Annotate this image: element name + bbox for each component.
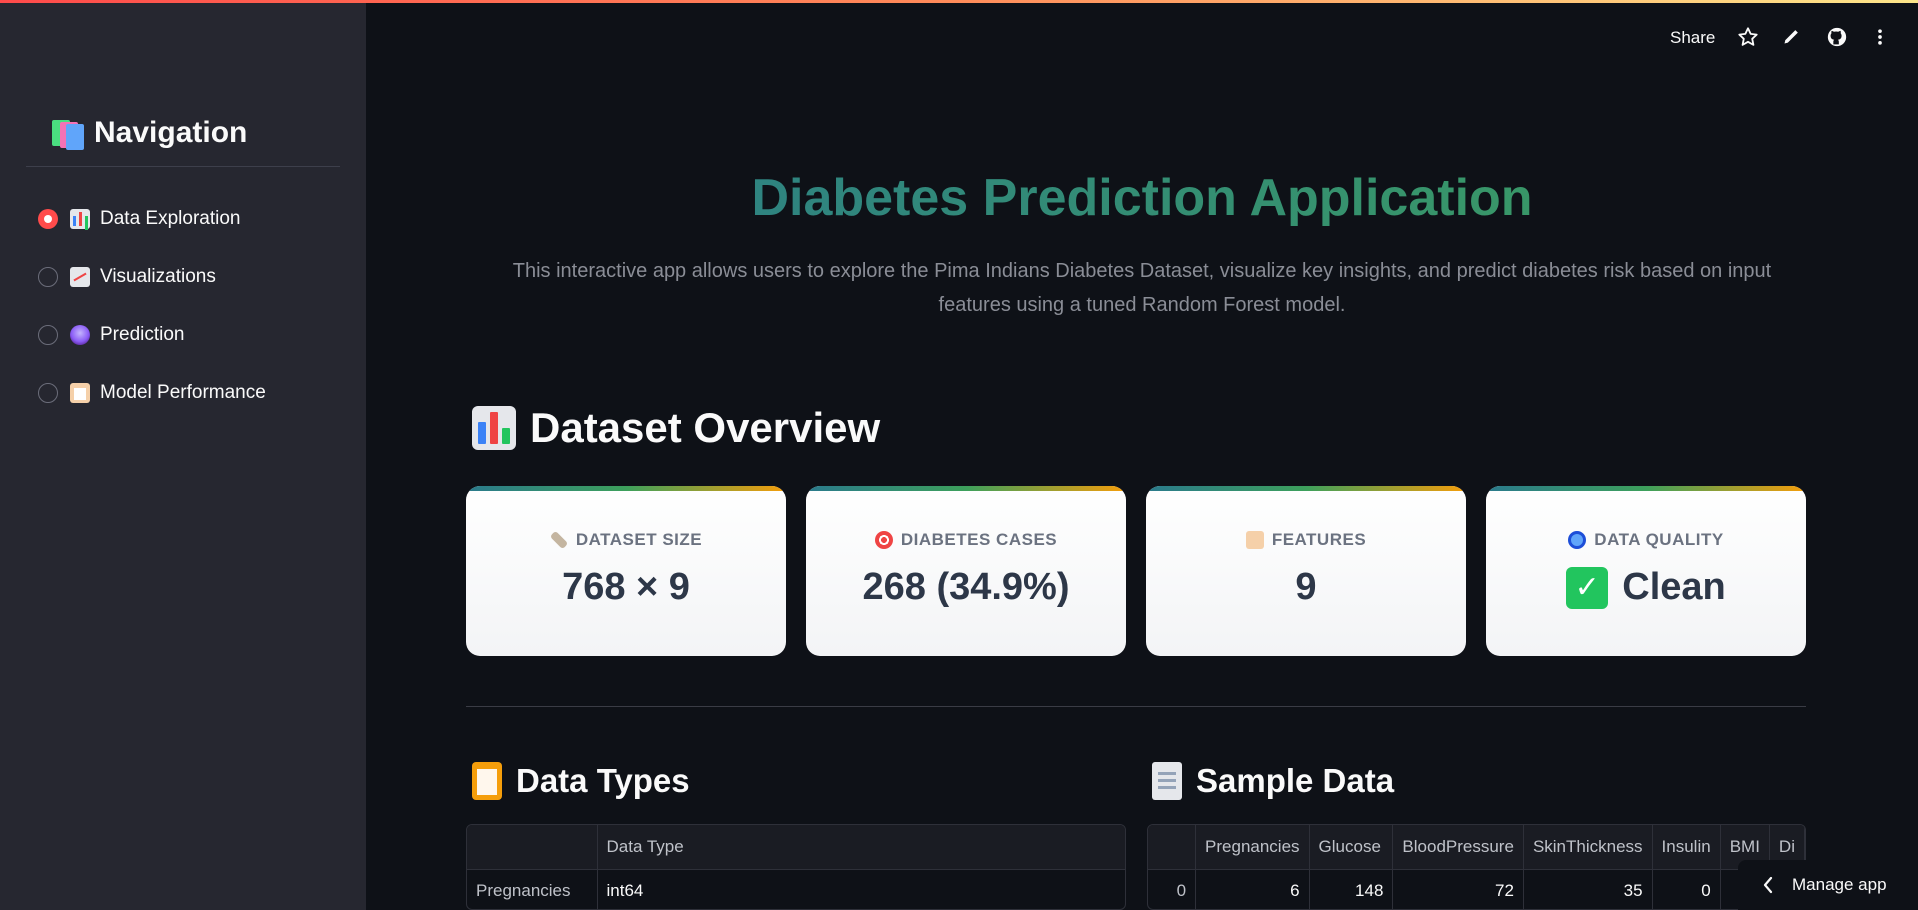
app-title: Diabetes Prediction Application xyxy=(366,168,1918,228)
nav-item-label: Data Exploration xyxy=(100,208,241,229)
metric-value: 268 (34.9%) xyxy=(862,566,1070,608)
nav-radio-group: Data Exploration Visualizations Predicti… xyxy=(38,190,266,422)
app-description: This interactive app allows users to exp… xyxy=(512,260,1772,316)
data-types-table[interactable]: Data Type Pregnancies int64 xyxy=(466,824,1126,910)
more-icon[interactable] xyxy=(1868,26,1892,50)
column-header[interactable]: Glucose xyxy=(1309,825,1394,870)
metric-value: Clean xyxy=(1622,566,1726,608)
nav-item-prediction[interactable]: Prediction xyxy=(38,306,266,364)
check-mark-icon: ✓ xyxy=(1566,566,1609,609)
column-header[interactable]: BloodPressure xyxy=(1392,825,1524,870)
line-chart-icon xyxy=(70,267,90,287)
magnifier-icon xyxy=(1568,531,1587,549)
sample-data-heading: Sample Data xyxy=(1152,762,1394,800)
metric-label: FEATURES xyxy=(1271,530,1367,549)
radio-selected[interactable] xyxy=(38,209,58,229)
clipboard-icon xyxy=(70,383,90,403)
edit-icon[interactable] xyxy=(1780,26,1804,50)
nav-item-data-exploration[interactable]: Data Exploration xyxy=(38,190,266,248)
bar-chart-icon xyxy=(472,406,516,450)
metric-card-dataset-size: DATASET SIZE 768 × 9 xyxy=(466,486,786,656)
column-header[interactable]: Data Type xyxy=(597,825,1125,870)
top-accent-bar xyxy=(0,0,1918,3)
nav-item-label: Model Performance xyxy=(100,382,266,403)
table-cell[interactable]: 6 xyxy=(1195,869,1310,909)
nav-title: Navigation xyxy=(50,116,247,150)
metric-card-diabetes-cases: DIABETES CASES 268 (34.9%) xyxy=(806,486,1126,656)
nav-item-visualizations[interactable]: Visualizations xyxy=(38,248,266,306)
column-header[interactable]: SkinThickness xyxy=(1523,825,1653,870)
radio-unselected[interactable] xyxy=(38,383,58,403)
ruler-icon xyxy=(549,530,569,550)
table-row[interactable]: 0 6 148 72 35 0 xyxy=(1148,869,1805,909)
clipboard-icon xyxy=(472,762,502,800)
table-cell[interactable]: 0 xyxy=(1652,869,1721,909)
crystal-ball-icon xyxy=(70,325,90,345)
clipboard-icon xyxy=(1245,531,1264,549)
nav-item-label: Visualizations xyxy=(100,266,216,287)
data-types-heading: Data Types xyxy=(472,762,690,800)
github-icon[interactable] xyxy=(1825,26,1849,50)
chevron-left-icon xyxy=(1763,876,1773,894)
share-button[interactable]: Share xyxy=(1670,28,1715,48)
index-header xyxy=(467,825,598,870)
books-icon xyxy=(50,118,84,150)
sidebar: Navigation Data Exploration Visualizatio… xyxy=(0,0,366,910)
metric-label: DATASET SIZE xyxy=(575,530,703,549)
nav-item-label: Prediction xyxy=(100,324,185,345)
bar-chart-icon xyxy=(70,209,90,229)
dataset-overview-heading: Dataset Overview xyxy=(472,404,880,452)
section-title: Sample Data xyxy=(1196,762,1395,799)
nav-item-model-performance[interactable]: Model Performance xyxy=(38,364,266,422)
nav-divider xyxy=(26,166,340,167)
manage-app-label: Manage app xyxy=(1792,875,1887,894)
column-header[interactable]: Insulin xyxy=(1652,825,1721,870)
manage-app-button[interactable]: Manage app xyxy=(1738,860,1918,910)
section-title: Data Types xyxy=(516,762,690,799)
sample-data-table[interactable]: Pregnancies Glucose BloodPressure SkinTh… xyxy=(1147,824,1806,910)
metric-value: 9 xyxy=(1295,566,1317,608)
star-icon[interactable] xyxy=(1736,26,1760,50)
metric-value: 768 × 9 xyxy=(562,566,690,608)
index-header xyxy=(1148,825,1197,870)
section-title: Dataset Overview xyxy=(530,404,881,451)
radio-unselected[interactable] xyxy=(38,267,58,287)
row-index: Pregnancies xyxy=(467,869,598,909)
metric-label: DIABETES CASES xyxy=(900,530,1058,549)
table-cell[interactable]: int64 xyxy=(597,869,1125,909)
row-index: 0 xyxy=(1148,869,1197,909)
metric-label: DATA QUALITY xyxy=(1594,530,1724,549)
metric-card-features: FEATURES 9 xyxy=(1146,486,1466,656)
column-header[interactable]: Pregnancies xyxy=(1195,825,1310,870)
section-divider xyxy=(466,706,1806,707)
target-icon xyxy=(874,531,893,549)
table-cell[interactable]: 35 xyxy=(1523,869,1653,909)
table-cell[interactable]: 72 xyxy=(1392,869,1524,909)
table-cell[interactable]: 148 xyxy=(1309,869,1394,909)
nav-title-label: Navigation xyxy=(94,116,248,149)
document-icon xyxy=(1152,762,1182,800)
table-row[interactable]: Pregnancies int64 xyxy=(467,869,1125,909)
metric-card-data-quality: DATA QUALITY ✓ Clean xyxy=(1486,486,1806,656)
radio-unselected[interactable] xyxy=(38,325,58,345)
